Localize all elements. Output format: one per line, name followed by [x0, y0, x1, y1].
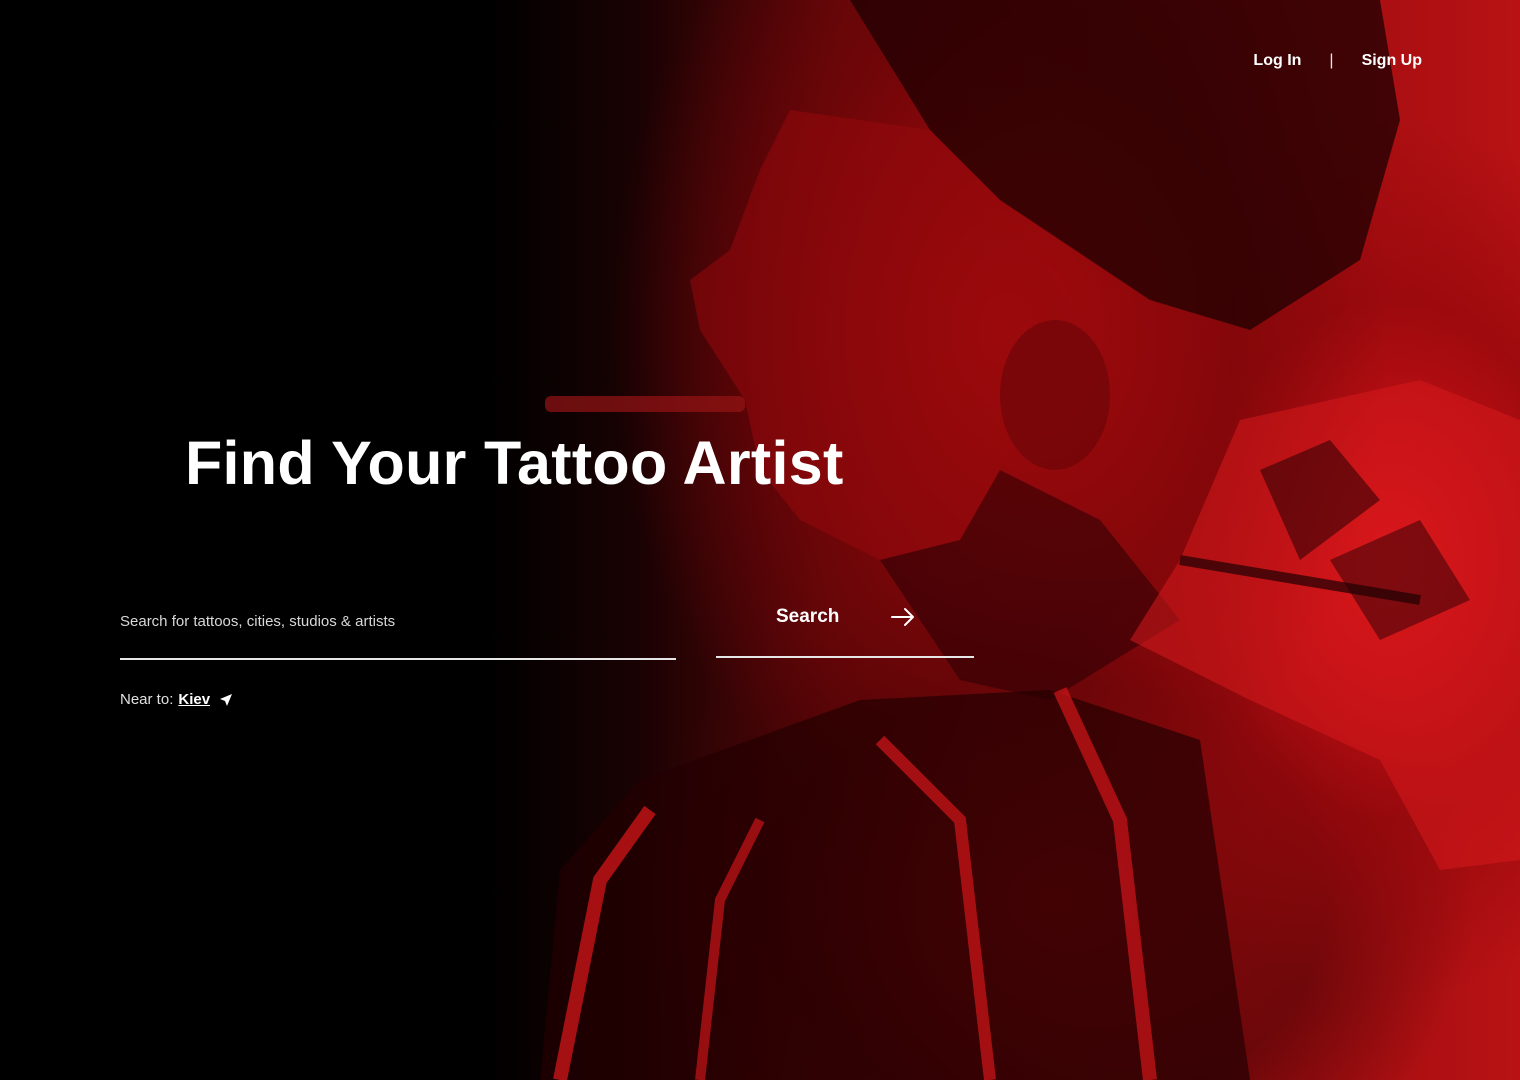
login-link[interactable]: Log In: [1253, 52, 1301, 70]
location-city-link[interactable]: Kiev: [178, 691, 210, 708]
auth-nav: Log In | Sign Up: [1253, 52, 1422, 70]
location-prefix: Near to:: [120, 691, 174, 708]
location-arrow-icon[interactable]: [219, 693, 233, 707]
search-field: [120, 596, 676, 660]
search-button-label: Search: [776, 606, 840, 627]
nav-separator: |: [1329, 52, 1334, 69]
search-input[interactable]: [120, 598, 676, 644]
hero-background-image: [0, 0, 1520, 1080]
signup-link[interactable]: Sign Up: [1362, 52, 1422, 70]
location-row: Near to: Kiev: [120, 691, 233, 708]
page-title: Find Your Tattoo Artist: [185, 429, 844, 497]
search-button[interactable]: Search: [716, 596, 974, 658]
arrow-right-icon: [890, 606, 916, 628]
landing-page: Log In | Sign Up Find Your Tattoo Artist…: [0, 0, 1520, 1080]
